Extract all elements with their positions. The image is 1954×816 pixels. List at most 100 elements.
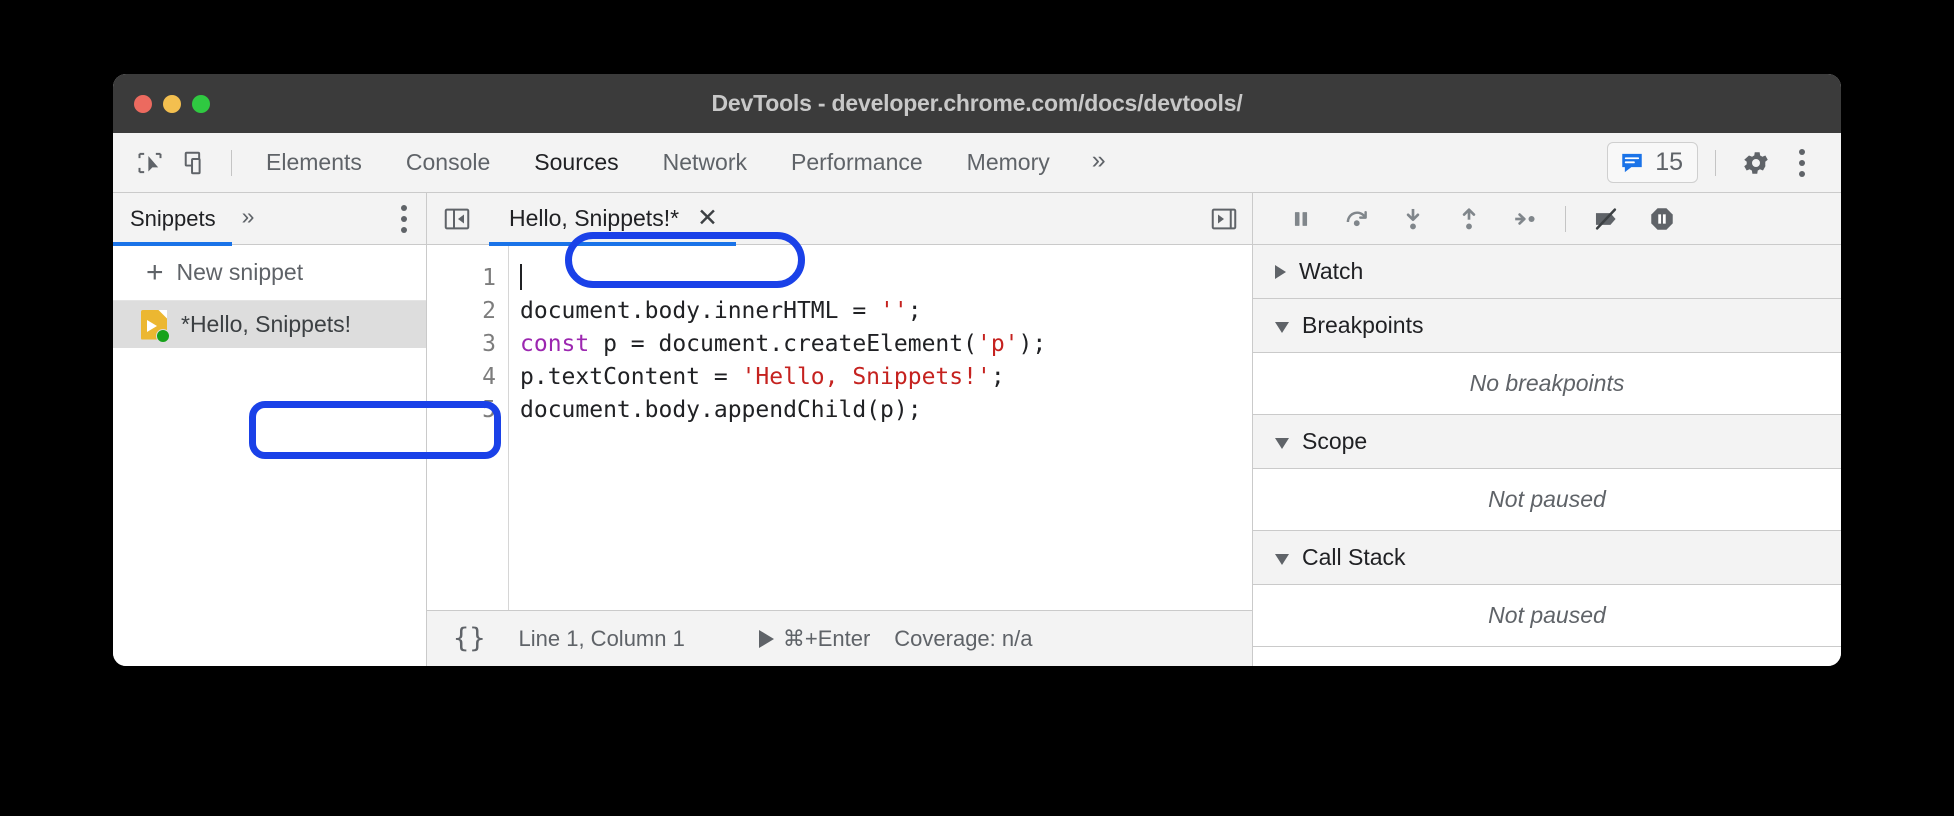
sources-panel: Snippets » + New snippet *Hello, Snippet… bbox=[113, 192, 1841, 666]
coverage-label: Coverage: n/a bbox=[894, 625, 1033, 651]
devtools-window: DevTools - developer.chrome.com/docs/dev… bbox=[113, 74, 1841, 666]
message-count-label: 15 bbox=[1655, 148, 1683, 176]
snippet-name-label: *Hello, Snippets! bbox=[181, 311, 352, 337]
pause-on-exceptions-icon[interactable] bbox=[1634, 197, 1690, 241]
pane-header-watch[interactable]: Watch bbox=[1253, 245, 1841, 299]
new-snippet-button[interactable]: + New snippet bbox=[113, 245, 426, 301]
code-token: ; bbox=[990, 364, 1005, 390]
inspect-element-icon[interactable] bbox=[127, 140, 173, 186]
tab-performance[interactable]: Performance bbox=[769, 143, 945, 182]
text-cursor bbox=[520, 264, 522, 290]
editor-statusbar: {} Line 1, Column 1 ⌘+Enter Coverage: n/… bbox=[427, 610, 1252, 666]
pane-header-breakpoints[interactable]: Breakpoints bbox=[1253, 299, 1841, 353]
step-out-icon[interactable] bbox=[1441, 197, 1497, 241]
navigator-tabbar: Snippets » bbox=[113, 192, 426, 246]
pane-empty-scope: Not paused bbox=[1253, 469, 1841, 531]
line-number: 2 bbox=[482, 298, 496, 324]
tab-elements[interactable]: Elements bbox=[244, 143, 384, 182]
run-shortcut-label: ⌘+Enter bbox=[782, 625, 871, 651]
code-line bbox=[520, 262, 1252, 295]
panel-tab-list: Elements Console Sources Network Perform… bbox=[244, 143, 1126, 182]
cursor-position-label: Line 1, Column 1 bbox=[518, 625, 685, 651]
line-number: 3 bbox=[482, 331, 496, 357]
minimize-window-button[interactable] bbox=[163, 94, 181, 113]
kebab-menu-icon[interactable] bbox=[1779, 140, 1825, 186]
traffic-light-buttons bbox=[134, 74, 210, 133]
close-icon[interactable]: ✕ bbox=[697, 206, 718, 231]
toolbar-divider-right bbox=[1715, 149, 1716, 176]
gear-icon[interactable] bbox=[1733, 140, 1779, 186]
debugger-accordion: Watch Breakpoints No breakpoints Scope N… bbox=[1253, 245, 1841, 666]
editor-file-tab[interactable]: Hello, Snippets!* ✕ bbox=[489, 192, 736, 246]
step-over-icon[interactable] bbox=[1329, 197, 1385, 241]
window-title: DevTools - developer.chrome.com/docs/dev… bbox=[711, 90, 1243, 116]
console-message-icon bbox=[1622, 153, 1642, 172]
pane-title: Watch bbox=[1299, 258, 1364, 284]
list-item[interactable]: *Hello, Snippets! bbox=[113, 301, 426, 348]
more-tabs-chevron-icon[interactable]: » bbox=[1072, 144, 1126, 181]
code-editor[interactable]: 1 2 3 4 5 document.body.innerHTML = ''; c… bbox=[427, 245, 1252, 610]
run-snippet-icon[interactable] bbox=[1204, 199, 1244, 239]
show-navigator-icon[interactable] bbox=[437, 199, 477, 239]
navigator-kebab-menu-icon[interactable] bbox=[382, 197, 426, 241]
code-token: '' bbox=[880, 298, 908, 324]
code-line: const p = document.createElement('p'); bbox=[520, 328, 1252, 361]
pane-empty-breakpoints: No breakpoints bbox=[1253, 353, 1841, 415]
pane-header-call-stack[interactable]: Call Stack bbox=[1253, 531, 1841, 585]
editor-tabbar: Hello, Snippets!* ✕ bbox=[427, 192, 1252, 246]
snippet-file-icon bbox=[141, 309, 170, 343]
code-line: p.textContent = 'Hello, Snippets!'; bbox=[520, 361, 1252, 394]
code-line: document.body.appendChild(p); bbox=[520, 394, 1252, 427]
window-titlebar: DevTools - developer.chrome.com/docs/dev… bbox=[113, 74, 1841, 133]
toolbar-divider bbox=[231, 149, 232, 176]
tab-console[interactable]: Console bbox=[384, 143, 512, 182]
code-token: ); bbox=[1018, 331, 1047, 357]
code-token: 'Hello, Snippets!' bbox=[741, 364, 991, 390]
device-toolbar-icon[interactable] bbox=[173, 140, 219, 186]
maximize-window-button[interactable] bbox=[192, 94, 210, 113]
chevron-right-icon bbox=[1275, 264, 1286, 279]
pane-header-scope[interactable]: Scope bbox=[1253, 415, 1841, 469]
pause-script-execution-icon[interactable] bbox=[1273, 197, 1329, 241]
debugger-sidebar: Watch Breakpoints No breakpoints Scope N… bbox=[1253, 193, 1841, 666]
play-triangle-icon bbox=[758, 629, 774, 648]
chevron-down-icon bbox=[1275, 553, 1289, 565]
editor-file-tab-label: Hello, Snippets!* bbox=[509, 205, 680, 231]
plus-icon: + bbox=[146, 255, 164, 289]
debugger-toolbar-divider bbox=[1565, 205, 1566, 232]
deactivate-breakpoints-icon[interactable] bbox=[1578, 197, 1634, 241]
navigator-more-chevron-icon[interactable]: » bbox=[232, 203, 265, 235]
chevron-down-icon bbox=[1275, 321, 1289, 333]
line-number-gutter: 1 2 3 4 5 bbox=[427, 245, 509, 610]
editor-tabbar-right bbox=[1204, 199, 1244, 239]
snippet-status-dot-icon bbox=[156, 328, 170, 343]
line-number: 1 bbox=[482, 265, 496, 291]
tab-network[interactable]: Network bbox=[641, 143, 769, 182]
new-snippet-label: New snippet bbox=[176, 259, 304, 285]
devtools-main-toolbar: Elements Console Sources Network Perform… bbox=[113, 133, 1841, 193]
code-token: p = document.createElement( bbox=[589, 331, 977, 357]
code-token: p.textContent = bbox=[520, 364, 742, 390]
code-line: document.body.innerHTML = ''; bbox=[520, 295, 1252, 328]
navigator-pane: Snippets » + New snippet *Hello, Snippet… bbox=[113, 192, 427, 666]
step-icon[interactable] bbox=[1497, 197, 1553, 241]
code-token: const bbox=[520, 331, 590, 357]
navigator-tab-snippets[interactable]: Snippets bbox=[113, 192, 232, 246]
tab-memory[interactable]: Memory bbox=[945, 143, 1072, 182]
run-snippet-button[interactable]: ⌘+Enter bbox=[758, 625, 871, 652]
pane-title: Scope bbox=[1302, 428, 1368, 454]
console-message-count-button[interactable]: 15 bbox=[1607, 142, 1698, 183]
pane-title: Call Stack bbox=[1302, 544, 1406, 570]
code-token: document.body.innerHTML = bbox=[520, 298, 881, 324]
editor-pane: Hello, Snippets!* ✕ 1 2 3 4 5 document.b… bbox=[427, 192, 1253, 666]
toolbar-right-group: 15 bbox=[1607, 140, 1825, 186]
code-token: ; bbox=[907, 298, 922, 324]
tab-sources[interactable]: Sources bbox=[512, 143, 640, 182]
code-token: document.body.appendChild(p); bbox=[520, 397, 922, 423]
pane-title: Breakpoints bbox=[1302, 312, 1424, 338]
line-number: 5 bbox=[482, 397, 496, 423]
code-content[interactable]: document.body.innerHTML = ''; const p = d… bbox=[509, 245, 1252, 610]
pretty-print-button[interactable]: {} bbox=[453, 623, 486, 654]
close-window-button[interactable] bbox=[134, 94, 152, 113]
step-into-icon[interactable] bbox=[1385, 197, 1441, 241]
